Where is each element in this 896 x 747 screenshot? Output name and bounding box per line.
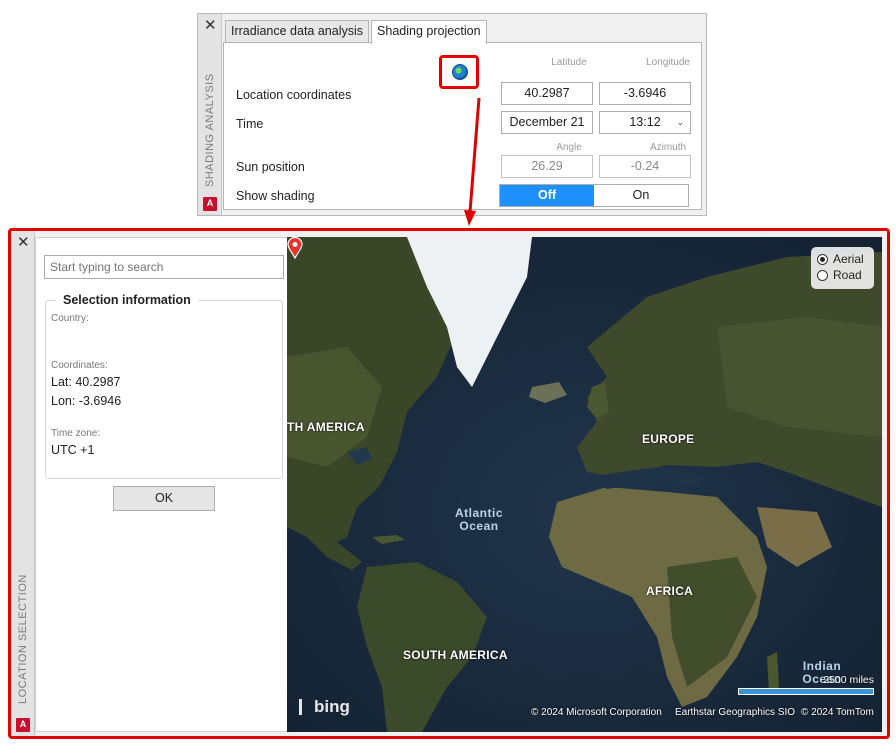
africa-label: AFRICA	[646, 584, 694, 598]
south-america-label: SOUTH AMERICA	[403, 648, 508, 662]
radio-selected-icon	[817, 253, 828, 265]
road-label: Road	[833, 268, 862, 282]
location-side-strip: ✕ LOCATION SELECTION A	[11, 231, 35, 736]
date-field[interactable]: December 21	[501, 111, 593, 134]
sun-azimuth-field: -0.24	[599, 155, 691, 178]
selection-information-group: Selection information Country: Coordinat…	[45, 293, 283, 479]
time-dropdown[interactable]: 13:12 ⌄	[599, 111, 691, 134]
time-zone-value: UTC +1	[51, 443, 95, 457]
selection-information-title: Selection information	[56, 293, 198, 307]
bing-mark-icon	[299, 699, 309, 715]
scale-label: 2500 miles	[823, 674, 874, 686]
selection-panel: Selection information Country: Coordinat…	[35, 237, 290, 732]
connector-arrow	[464, 98, 481, 226]
bing-wordmark: bing	[314, 697, 350, 716]
bing-logo: bing	[299, 697, 350, 717]
aerial-label: Aerial	[833, 252, 864, 266]
latitude-field[interactable]: 40.2987	[501, 82, 593, 105]
sun-position-label: Sun position	[236, 160, 305, 174]
shading-on-option[interactable]: On	[594, 185, 688, 206]
app-logo-icon: A	[203, 197, 217, 211]
location-coordinates-label: Location coordinates	[236, 88, 352, 102]
tab-strip: Irradiance data analysis Shading project…	[225, 20, 489, 44]
coordinates-label: Coordinates:	[51, 360, 108, 371]
azimuth-header: Azimuth	[649, 142, 687, 153]
palette-side-strip: ✕ SHADING ANALYSIS A	[198, 14, 222, 215]
ok-button[interactable]: OK	[113, 486, 215, 511]
chevron-down-icon: ⌄	[676, 117, 684, 127]
radio-unselected-icon	[817, 269, 828, 281]
close-icon[interactable]: ✕	[204, 16, 217, 34]
north-america-label: TH AMERICA	[287, 420, 365, 434]
shading-off-option[interactable]: Off	[500, 185, 594, 206]
location-selection-palette: ✕ LOCATION SELECTION A Selection informa…	[8, 228, 890, 739]
longitude-header: Longitude	[646, 57, 690, 68]
copyright-microsoft: © 2024 Microsoft Corporation	[531, 707, 662, 718]
longitude-field[interactable]: -3.6946	[599, 82, 691, 105]
longitude-value: Lon: -3.6946	[51, 394, 122, 408]
globe-icon	[452, 64, 468, 80]
location-search-input[interactable]	[44, 255, 284, 279]
angle-header: Angle	[556, 142, 582, 153]
time-value: 13:12	[629, 115, 661, 129]
shading-analysis-palette: ✕ SHADING ANALYSIS A Irradiance data ana…	[197, 13, 707, 216]
app-logo-icon: A	[16, 718, 30, 732]
road-mode-option[interactable]: Road	[817, 267, 868, 283]
tab-shading-projection[interactable]: Shading projection	[371, 20, 487, 44]
palette-vertical-title: SHADING ANALYSIS	[204, 73, 216, 187]
atlantic-ocean-label: Atlantic Ocean	[454, 506, 503, 533]
tab-irradiance-data-analysis[interactable]: Irradiance data analysis	[225, 20, 370, 42]
time-zone-label: Time zone:	[51, 428, 101, 439]
show-shading-toggle[interactable]: Off On	[499, 184, 689, 207]
aerial-mode-option[interactable]: Aerial	[817, 251, 868, 267]
copyright-earthstar: Earthstar Geographics SIO	[675, 707, 796, 718]
latitude-header: Latitude	[551, 57, 587, 68]
country-label: Country:	[51, 313, 89, 324]
show-shading-label: Show shading	[236, 189, 315, 203]
latitude-value: Lat: 40.2987	[51, 375, 121, 389]
time-label: Time	[236, 117, 264, 131]
map-mode-selector: Aerial Road	[811, 247, 874, 289]
map-imagery	[287, 237, 882, 732]
copyright-tomtom: © 2024 TomTom	[801, 707, 874, 718]
scale-bar	[738, 688, 874, 695]
pick-location-button[interactable]	[439, 55, 479, 89]
sun-angle-field: 26.29	[501, 155, 593, 178]
location-pin-icon[interactable]	[287, 237, 303, 259]
world-map[interactable]: TH AMERICA EUROPE Atlantic Ocean AFRICA S…	[287, 237, 882, 732]
close-icon[interactable]: ✕	[17, 233, 30, 251]
location-vertical-title: LOCATION SELECTION	[17, 574, 29, 704]
europe-label: EUROPE	[642, 432, 695, 446]
